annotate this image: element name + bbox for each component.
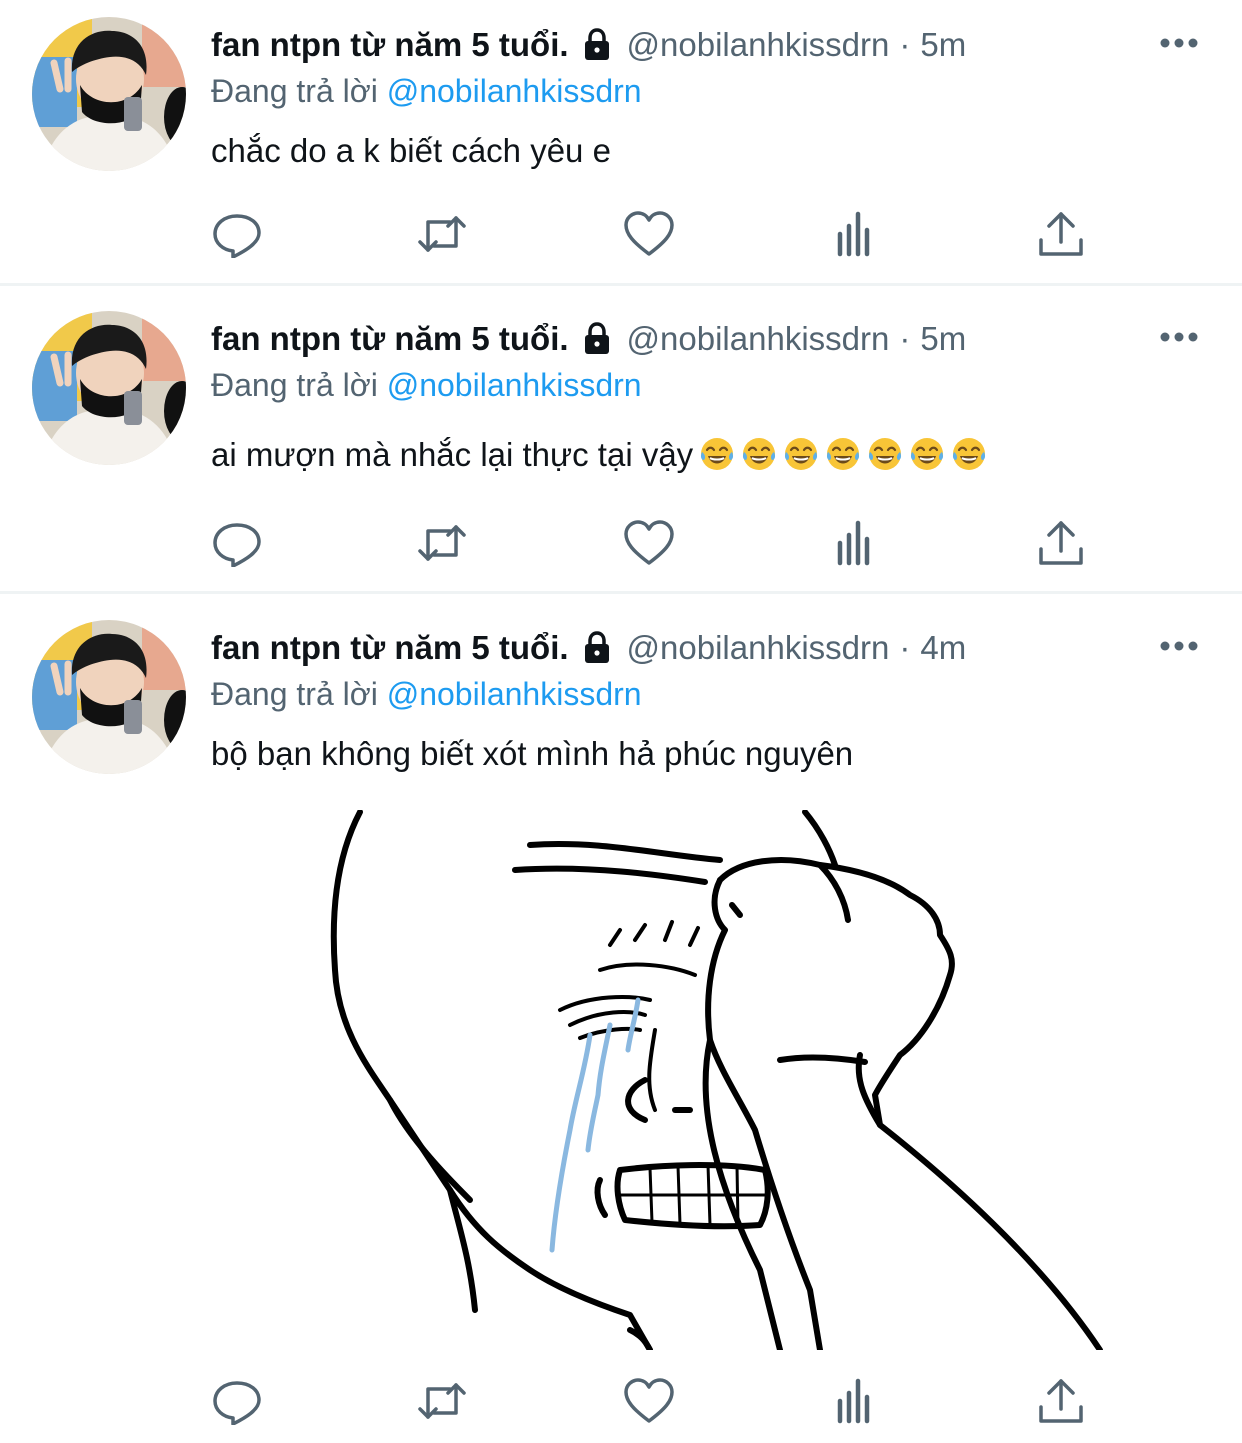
avatar[interactable] [32, 311, 186, 465]
reply-icon[interactable] [211, 210, 263, 258]
analytics-icon[interactable] [829, 1377, 881, 1425]
tweet-media-image[interactable] [300, 809, 1110, 1353]
reply-icon[interactable] [211, 1377, 263, 1425]
share-icon[interactable] [1035, 210, 1087, 258]
user-handle[interactable]: @nobilanhkissdrn [627, 320, 890, 358]
tweet-text-container: ai mượn mà nhắc lại thực tại vậy [211, 436, 987, 474]
retweet-icon[interactable] [416, 210, 468, 258]
tweet-text: chắc do a k biết cách yêu e [211, 132, 611, 169]
mention-link[interactable]: @nobilanhkissdrn [387, 676, 642, 712]
tears-of-joy-emoji [825, 436, 861, 472]
tears-of-joy-emoji [783, 436, 819, 472]
like-icon[interactable] [623, 519, 675, 567]
share-icon[interactable] [1035, 519, 1087, 567]
separator-dot: · [899, 320, 911, 357]
lock-icon [579, 27, 615, 63]
replying-to-label: Đang trả lời [211, 73, 378, 109]
retweet-icon[interactable] [416, 519, 468, 567]
tweet-divider [0, 591, 1242, 594]
avatar[interactable] [32, 17, 186, 171]
tweet-text: ai mượn mà nhắc lại thực tại vậy [211, 436, 694, 473]
emoji-row [693, 436, 987, 473]
retweet-icon[interactable] [416, 1377, 468, 1425]
timestamp[interactable]: 5m [920, 320, 966, 358]
mention-link[interactable]: @nobilanhkissdrn [387, 73, 642, 109]
action-bar [211, 519, 1083, 567]
avatar[interactable] [32, 620, 186, 774]
tears-of-joy-emoji [741, 436, 777, 472]
action-bar [211, 210, 1083, 258]
timestamp[interactable]: 4m [920, 629, 966, 667]
more-icon[interactable] [1158, 639, 1200, 653]
separator-dot: · [899, 26, 911, 63]
tears-of-joy-emoji [699, 436, 735, 472]
reply-icon[interactable] [211, 519, 263, 567]
like-icon[interactable] [623, 1377, 675, 1425]
action-bar [211, 1377, 1083, 1425]
display-name[interactable]: fan ntpn từ năm 5 tuổi. [211, 320, 569, 358]
analytics-icon[interactable] [829, 210, 881, 258]
crying-meme-drawing [330, 809, 1103, 1353]
separator-dot: · [899, 629, 911, 666]
tears-of-joy-emoji [909, 436, 945, 472]
tweet-header: fan ntpn từ năm 5 tuổi. @nobilanhkissdrn… [211, 316, 966, 362]
tears-of-joy-emoji [951, 436, 987, 472]
replying-to: Đang trả lời @nobilanhkissdrn [211, 73, 642, 110]
like-icon[interactable] [623, 210, 675, 258]
lock-icon [579, 321, 615, 357]
more-icon[interactable] [1158, 330, 1200, 344]
tweet-header: fan ntpn từ năm 5 tuổi. @nobilanhkissdrn… [211, 22, 966, 68]
replying-to-label: Đang trả lời [211, 367, 378, 403]
mention-link[interactable]: @nobilanhkissdrn [387, 367, 642, 403]
replying-to: Đang trả lời @nobilanhkissdrn [211, 676, 642, 713]
tweet-text: bộ bạn không biết xót mình hả phúc nguyê… [211, 735, 854, 772]
display-name[interactable]: fan ntpn từ năm 5 tuổi. [211, 26, 569, 64]
display-name[interactable]: fan ntpn từ năm 5 tuổi. [211, 629, 569, 667]
tweet-divider [0, 283, 1242, 286]
replying-to-label: Đang trả lời [211, 676, 378, 712]
more-icon[interactable] [1158, 36, 1200, 50]
analytics-icon[interactable] [829, 519, 881, 567]
replying-to: Đang trả lời @nobilanhkissdrn [211, 367, 642, 404]
user-handle[interactable]: @nobilanhkissdrn [627, 629, 890, 667]
timestamp[interactable]: 5m [920, 26, 966, 64]
tears-of-joy-emoji [867, 436, 903, 472]
share-icon[interactable] [1035, 1377, 1087, 1425]
user-handle[interactable]: @nobilanhkissdrn [627, 26, 890, 64]
tweet-header: fan ntpn từ năm 5 tuổi. @nobilanhkissdrn… [211, 625, 966, 671]
lock-icon [579, 630, 615, 666]
